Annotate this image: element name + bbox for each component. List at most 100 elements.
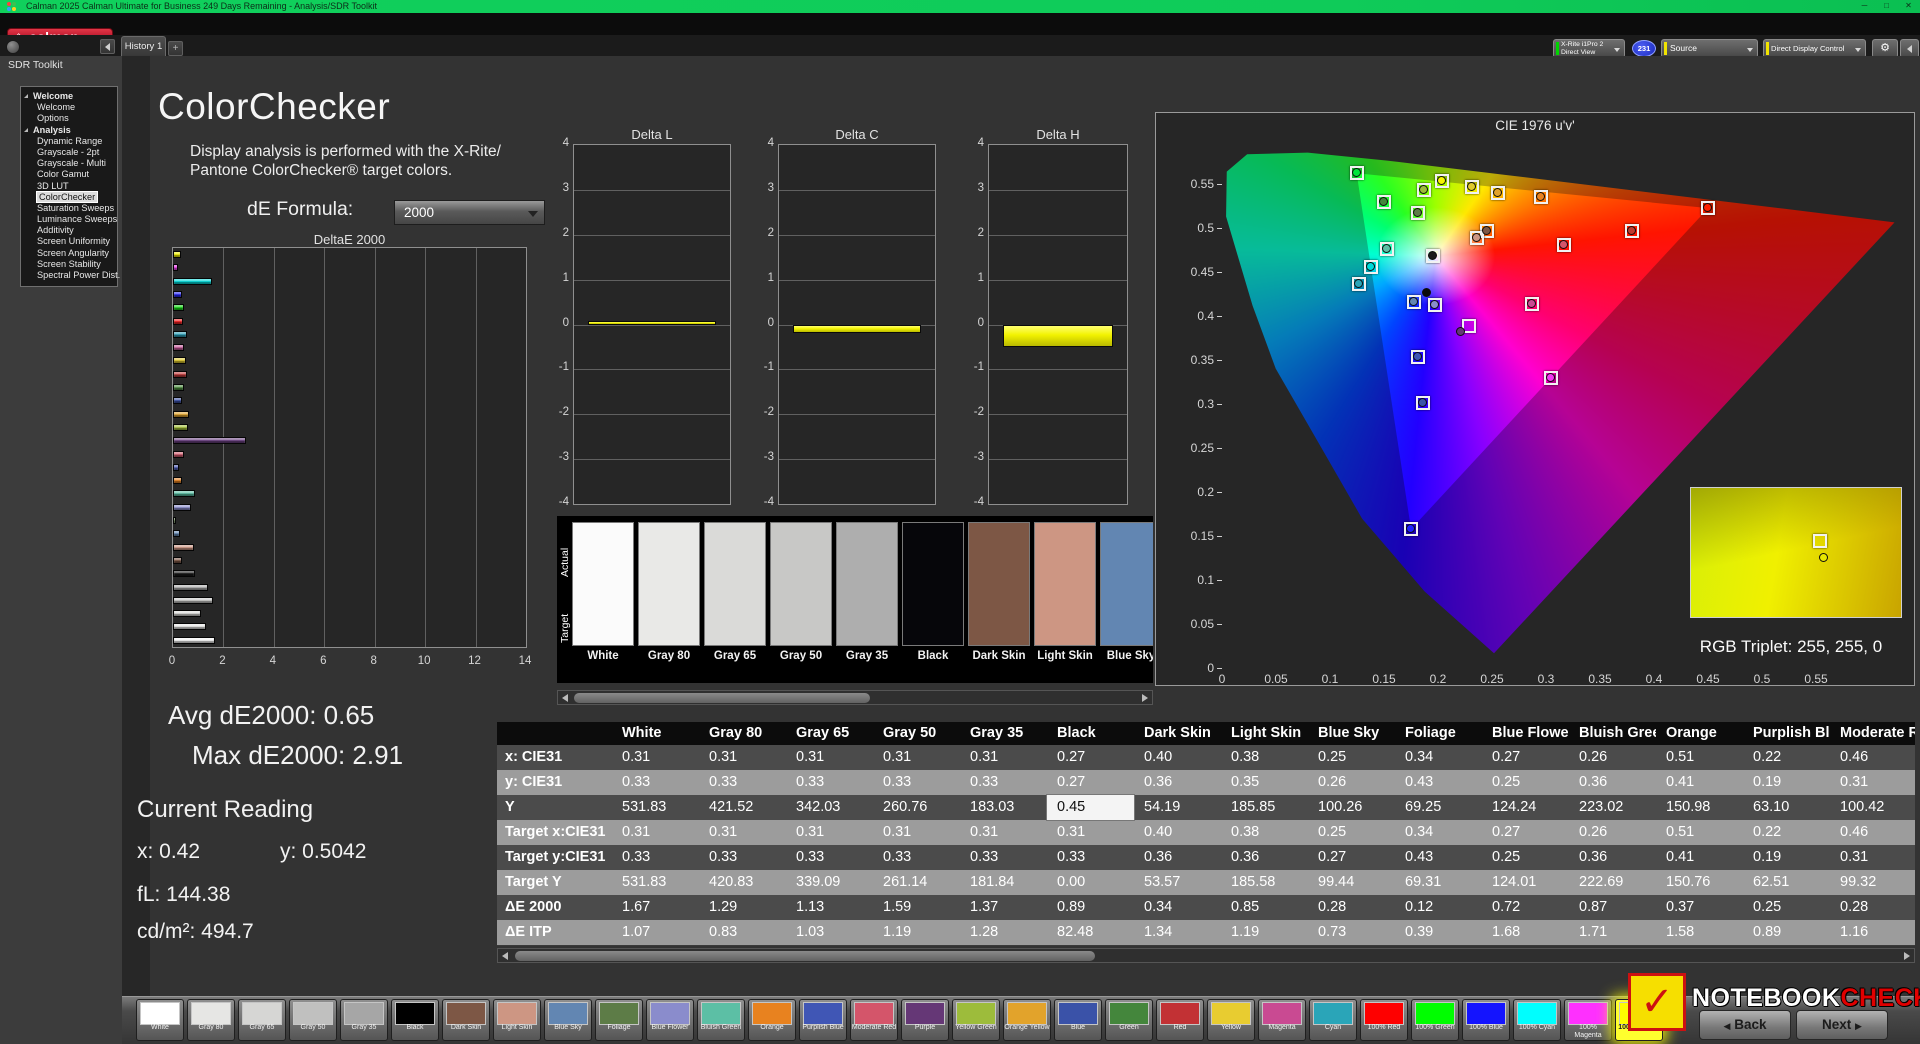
deltae-bar-moderate-red [173,450,185,458]
table-scrollbar[interactable] [497,948,1915,963]
sidebar-item-saturation-sweeps[interactable]: Saturation Sweeps [21,203,117,214]
patch-button-blue-flower[interactable]: Blue Flower [646,999,694,1041]
panel-pin-button[interactable] [6,40,20,54]
table-cell: 1.03 [796,924,825,940]
patch-button-orange[interactable]: Orange [748,999,796,1041]
patch-button-blue-sky[interactable]: Blue Sky [544,999,592,1041]
deltae-bar-100-yellow [173,251,181,258]
patch-button-100-red[interactable]: 100% Red [1360,999,1408,1041]
title-bar: Calman 2025 Calman Ultimate for Business… [0,0,1920,13]
scroll-right-icon[interactable] [1904,952,1910,960]
sidebar-item-welcome[interactable]: Welcome [21,91,117,102]
preview-patch-black [902,522,964,646]
scroll-left-icon[interactable] [502,952,508,960]
patch-button-dark-skin[interactable]: Dark Skin [442,999,490,1041]
table-header-cell: Light Skin [1231,725,1302,741]
sidebar-item-analysis[interactable]: Analysis [21,125,117,136]
patch-button-cyan[interactable]: Cyan [1309,999,1357,1041]
tick-mark [1217,580,1222,581]
table-cell: 0.72 [1492,899,1521,915]
scrollbar-thumb[interactable] [574,693,870,703]
sidebar-item-label: ColorChecker [35,190,99,203]
patch-button-red[interactable]: Red [1156,999,1204,1041]
sidebar-item-colorchecker[interactable]: ColorChecker [21,190,117,203]
gridline [574,324,730,326]
y-tick-label: 4 [767,137,774,149]
patch-button-blue[interactable]: Blue [1054,999,1102,1041]
sidebar-item-label: Luminance Sweeps [37,214,118,225]
sidebar-item-screen-uniformity[interactable]: Screen Uniformity [21,236,117,247]
patch-button-green[interactable]: Green [1105,999,1153,1041]
sidebar-item-grayscale-2pt[interactable]: Grayscale - 2pt [21,147,117,158]
patch-button-gray-50[interactable]: Gray 50 [289,999,337,1041]
cie-x-tick-label: 0.05 [1264,672,1288,686]
sidebar-item-additivity[interactable]: Additivity [21,225,117,236]
add-tab-button[interactable]: + [168,41,183,56]
table-cell: 0.31 [1840,849,1869,865]
deltae-bar-bluish-green [173,490,195,498]
x-tick-label: 10 [417,655,431,667]
meter-count-badge[interactable]: 231 [1632,40,1656,57]
sidebar-item-welcome[interactable]: Welcome [21,102,117,113]
cie-x-tick-label: 0.15 [1372,672,1396,686]
patch-button-light-skin[interactable]: Light Skin [493,999,541,1041]
patch-button-100-magenta[interactable]: 100% Magenta [1564,999,1612,1041]
patch-button-gray-35[interactable]: Gray 35 [340,999,388,1041]
patch-button-100-cyan[interactable]: 100% Cyan [1513,999,1561,1041]
patch-button-label: Black [406,1024,424,1031]
patch-button-100-blue[interactable]: 100% Blue [1462,999,1510,1041]
table-cell: 0.33 [709,849,738,865]
patch-button-100-green[interactable]: 100% Green [1411,999,1459,1041]
patch-button-yellow[interactable]: Yellow [1207,999,1255,1041]
sidebar-item-luminance-sweeps[interactable]: Luminance Sweeps [21,214,117,225]
sidebar-item-dynamic-range[interactable]: Dynamic Range [21,136,117,147]
patch-button-purplish-blue[interactable]: Purplish Blue [799,999,847,1041]
patch-button-purple[interactable]: Purple [901,999,949,1041]
scroll-left-icon[interactable] [562,694,568,702]
description-line-1: Display analysis is performed with the X… [190,143,501,160]
patch-button-orange-yellow[interactable]: Orange Yellow [1003,999,1051,1041]
sidebar-item-color-gamut[interactable]: Color Gamut [21,169,117,180]
patch-color-chip [956,1002,996,1025]
patch-button-white[interactable]: White [136,999,184,1041]
window-title: Calman 2025 Calman Ultimate for Business… [26,1,377,11]
gridline [574,234,730,236]
x-tick-label: 12 [468,655,481,667]
table-cell: 62.51 [1753,874,1790,890]
patch-button-gray-65[interactable]: Gray 65 [238,999,286,1041]
patch-button-magenta[interactable]: Magenta [1258,999,1306,1041]
sidebar-item-3d-lut[interactable]: 3D LUT [21,181,117,192]
patch-button-foliage[interactable]: Foliage [595,999,643,1041]
close-button[interactable]: ✕ [1899,0,1918,13]
patch-button-black[interactable]: Black [391,999,439,1041]
patch-button-moderate-red[interactable]: Moderate Red [850,999,898,1041]
deltae-chart-title: DeltaE 2000 [313,232,386,247]
table-cell: 0.41 [1666,774,1695,790]
table-row: Target y:CIE31 0.33 0.33 0.33 0.33 0.33 0.33 0.… [497,845,1915,870]
minimize-button[interactable]: ─ [1855,0,1874,13]
back-button[interactable]: ◀ Back [1699,1010,1791,1040]
cie-measured-dot-white [1428,250,1438,260]
next-button[interactable]: Next ▶ [1796,1010,1888,1040]
sidebar-item-options[interactable]: Options [21,113,117,124]
scroll-right-icon[interactable] [1142,694,1148,702]
patch-button-label: Gray 35 [351,1024,377,1031]
table-cell: 0.31 [883,749,912,765]
table-cell: 54.19 [1144,799,1181,815]
sidebar-item-spectral-power-dist-[interactable]: Spectral Power Dist. [21,270,120,281]
sidebar-item-grayscale-multi[interactable]: Grayscale - Multi [21,158,117,169]
tab-history-1[interactable]: History 1 [121,36,166,56]
chevron-down-icon [1614,48,1620,52]
sidebar-item-screen-stability[interactable]: Screen Stability [21,259,117,270]
maximize-button[interactable]: □ [1877,0,1896,13]
patch-button-bluish-green[interactable]: Bluish Green [697,999,745,1041]
preview-patch-light-skin [1034,522,1096,646]
sidebar-collapse-button[interactable] [100,39,115,54]
de-formula-dropdown[interactable]: 2000 [394,200,545,225]
patch-strip-scrollbar[interactable] [557,690,1153,705]
patch-button-yellow-green[interactable]: Yellow Green [952,999,1000,1041]
delta-h-title: Delta H [1036,127,1080,142]
sidebar-item-screen-angularity[interactable]: Screen Angularity [21,248,117,259]
scrollbar-thumb[interactable] [515,951,1095,961]
patch-button-gray-80[interactable]: Gray 80 [187,999,235,1041]
